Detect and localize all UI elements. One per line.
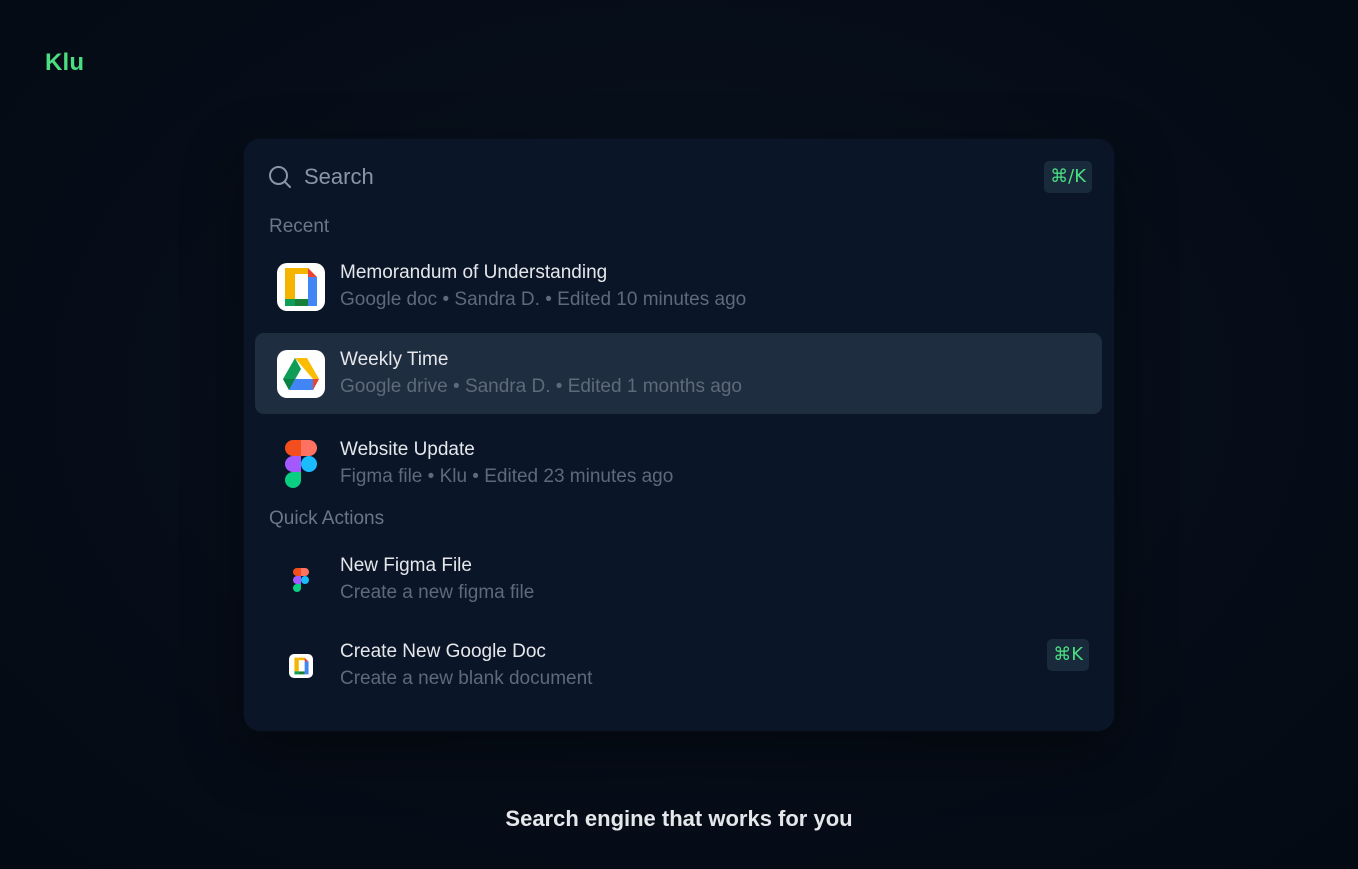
item-title: New Figma File [340, 555, 472, 576]
tagline: Search engine that works for you [505, 806, 853, 831]
item-title: Create New Google Doc [340, 641, 546, 662]
command-palette: ⌘/K Recent Memorandum of Understanding G… [244, 139, 1114, 731]
shortcut-badge: ⌘K [1047, 639, 1089, 671]
search-input[interactable] [304, 164, 1045, 190]
google-drive-icon [276, 349, 326, 399]
figma-icon [276, 439, 326, 489]
search-bar[interactable]: ⌘/K [268, 161, 1092, 193]
quick-action-new-figma-file[interactable]: New Figma File Create a new figma file [255, 539, 1102, 620]
recent-item-memorandum[interactable]: Memorandum of Understanding Google doc •… [255, 246, 1102, 327]
google-docs-icon [276, 641, 326, 691]
search-shortcut-badge: ⌘/K [1044, 161, 1092, 193]
quick-actions-section-label: Quick Actions [269, 508, 385, 529]
klu-logo[interactable]: Klu [45, 49, 84, 77]
recent-item-weekly-time[interactable]: Weekly Time Google drive • Sandra D. • E… [255, 333, 1102, 414]
item-title: Weekly Time [340, 349, 449, 370]
recent-section-label: Recent [269, 216, 330, 237]
item-subtitle: Create a new figma file [340, 582, 535, 603]
item-subtitle: Figma file • Klu • Edited 23 minutes ago [340, 466, 674, 487]
item-title: Website Update [340, 439, 475, 460]
item-subtitle: Create a new blank document [340, 668, 593, 689]
figma-icon [276, 555, 326, 605]
item-subtitle: Google drive • Sandra D. • Edited 1 mont… [340, 376, 742, 397]
item-subtitle: Google doc • Sandra D. • Edited 10 minut… [340, 289, 747, 310]
quick-action-create-google-doc[interactable]: Create New Google Doc Create a new blank… [255, 625, 1102, 706]
item-title: Memorandum of Understanding [340, 262, 608, 283]
recent-item-website-update[interactable]: Website Update Figma file • Klu • Edited… [255, 423, 1102, 504]
google-docs-icon [276, 262, 326, 312]
search-icon [268, 165, 292, 189]
